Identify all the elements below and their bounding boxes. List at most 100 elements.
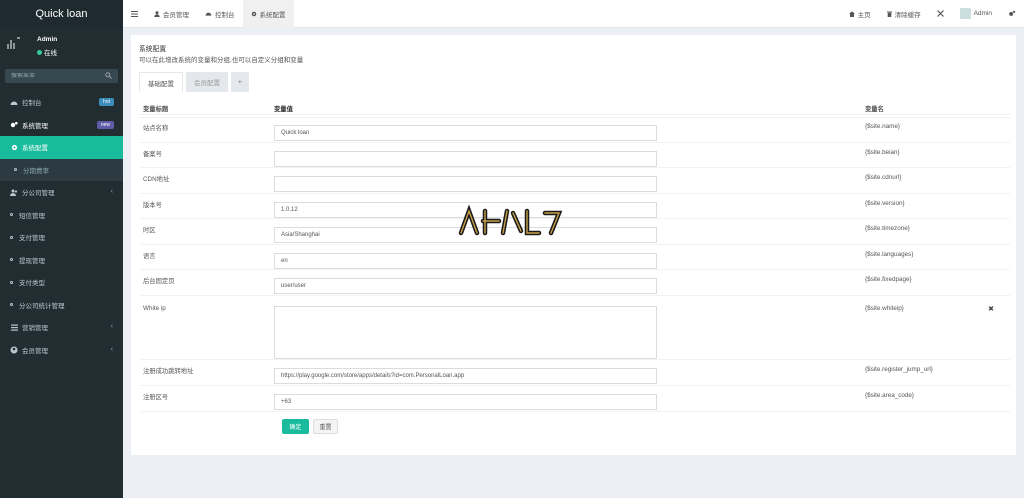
sidebar-item-payment-type[interactable]: 支付类型 <box>0 271 123 294</box>
user-menu[interactable]: Admin <box>952 0 1000 28</box>
config-panel: 系统配置 可以在此增改系统的变量和分组,也可以自定义分组和变量 基础配置 会员配… <box>131 35 1016 455</box>
gear-icon <box>10 143 18 151</box>
form-actions: 确定 重置 <box>140 411 1010 435</box>
sidebar-item-marketing[interactable]: 营销管理 ‹ <box>0 316 123 339</box>
app-logo[interactable]: Quick loan <box>0 0 123 28</box>
add-group-button[interactable]: + <box>231 72 249 92</box>
user-circle-icon <box>10 346 18 354</box>
avatar <box>7 37 20 49</box>
tab-system-config[interactable]: 系统配置 <box>242 0 294 28</box>
user-status: 在线 <box>37 47 57 57</box>
row-title: 时区 <box>143 227 156 234</box>
chevron-left-icon: ‹ <box>110 323 113 330</box>
clear-cache-label: 清除缓存 <box>894 11 921 19</box>
expand-icon <box>936 10 944 17</box>
sidebar-item-members[interactable]: 会员管理 ‹ <box>0 339 123 362</box>
home-icon <box>848 10 855 17</box>
search-icon[interactable] <box>105 72 112 79</box>
row-var-name: {$site.area_code} <box>865 392 915 399</box>
sidebar-item-system-config[interactable]: 系统配置 <box>0 136 123 159</box>
tab-basic-config[interactable]: 基础配置 <box>139 72 183 92</box>
circle-icon <box>10 303 13 307</box>
circle-icon <box>10 213 13 217</box>
language-input[interactable]: en <box>274 253 657 269</box>
row-title: 注册区号 <box>143 394 169 401</box>
row-var-name: {$site.register_jump_url} <box>865 366 933 373</box>
row-var-name: {$site.fixedpage} <box>865 276 912 283</box>
table-row: 后台固定页 user/user {$site.fixedpage} <box>140 269 1010 295</box>
area-code-input[interactable]: +63 <box>274 394 657 410</box>
user-icon <box>154 10 160 17</box>
home-link[interactable]: 主页 <box>841 0 879 28</box>
close-icon[interactable]: ✖ <box>988 305 994 313</box>
user-panel: Admin 在线 <box>0 28 123 64</box>
sidebar-item-label: 分公司管理 <box>22 190 55 198</box>
tab-members[interactable]: 会员管理 <box>146 0 197 28</box>
dashboard-icon <box>205 12 212 16</box>
row-var-name: {$site.whiteip} <box>865 305 904 312</box>
users-icon <box>10 188 18 196</box>
trash-icon <box>886 11 892 17</box>
cdn-url-input[interactable] <box>274 176 657 192</box>
top-navbar: 会员管理 控制台 系统配置 主页 清除缓存 Admin <box>123 0 1024 28</box>
sidebar-item-installment-rate[interactable]: 分期费率 <box>0 158 123 181</box>
sidebar-search-input[interactable] <box>11 73 101 79</box>
header-name: 变量名 <box>865 106 884 113</box>
fullscreen-button[interactable] <box>929 0 952 28</box>
tab-member-config[interactable]: 会员配置 <box>186 72 228 92</box>
config-tabs: 基础配置 会员配置 + <box>139 72 249 92</box>
table-row: 注册成功跳转地址 https://play.google.com/store/a… <box>140 359 1010 385</box>
user-name: Admin <box>37 36 58 43</box>
table-row: White ip {$site.whiteip} ✖ <box>140 295 1010 359</box>
watermark-logo <box>458 205 563 236</box>
circle-icon <box>14 168 17 172</box>
chevron-left-icon: ‹ <box>110 345 113 353</box>
chevron-left-icon: ‹ <box>110 188 113 195</box>
fixed-page-input[interactable]: user/user <box>274 278 657 294</box>
tab-dashboard[interactable]: 控制台 <box>197 0 243 28</box>
sidebar-item-system[interactable]: 系统管理 new <box>0 114 123 137</box>
sidebar-item-branch-stats[interactable]: 分公司统计管理 <box>0 294 123 317</box>
sidebar-item-branch[interactable]: 分公司管理 ‹ <box>0 181 123 204</box>
hamburger-icon <box>131 10 138 17</box>
beian-input[interactable] <box>274 151 657 167</box>
sidebar-item-label: 系统管理 <box>22 122 48 130</box>
settings-button[interactable] <box>1000 0 1024 28</box>
row-title: 版本号 <box>143 202 162 209</box>
online-dot-icon <box>37 49 42 55</box>
clear-cache-button[interactable]: 清除缓存 <box>879 0 929 28</box>
list-icon <box>10 323 18 331</box>
submit-button[interactable]: 确定 <box>282 419 309 434</box>
sidebar-item-sms[interactable]: 短信管理 <box>0 204 123 227</box>
sidebar-item-label: 系统配置 <box>22 145 48 153</box>
sidebar-item-dashboard[interactable]: 控制台 hot <box>0 91 123 114</box>
cogs-icon <box>10 121 18 129</box>
tab-label: 控制台 <box>215 11 235 19</box>
row-var-name: {$site.name} <box>865 123 901 130</box>
table-row: 语言 en {$site.languages} <box>140 244 1010 269</box>
new-badge: new <box>96 120 114 129</box>
row-var-name: {$site.languages} <box>865 251 914 258</box>
row-title: White ip <box>143 305 166 312</box>
row-title: CDN地址 <box>143 176 170 183</box>
sidebar-search <box>5 69 118 83</box>
sidebar-item-label: 分期费率 <box>23 167 49 175</box>
row-title: 语言 <box>143 253 156 260</box>
menu-toggle[interactable] <box>123 0 146 28</box>
register-jump-url-input[interactable]: https://play.google.com/store/apps/detai… <box>274 368 657 384</box>
sidebar-item-withdraw[interactable]: 提现管理 <box>0 249 123 272</box>
table-row: 备案号 {$site.beian} <box>140 142 1010 167</box>
home-label: 主页 <box>857 11 871 19</box>
site-name-input[interactable]: Quick loan <box>274 125 657 141</box>
row-title: 站点名称 <box>143 125 169 132</box>
header-title: 变量标题 <box>143 106 169 113</box>
circle-icon <box>10 235 13 239</box>
sidebar-item-payment[interactable]: 支付管理 <box>0 226 123 249</box>
sidebar: Quick loan Admin 在线 控制台 hot 系统管理 new 系统配… <box>0 0 123 498</box>
header-value: 变量值 <box>274 106 293 113</box>
white-ip-textarea[interactable] <box>274 306 657 359</box>
reset-button[interactable]: 重置 <box>313 419 338 434</box>
row-var-name: {$site.cdnurl} <box>865 174 902 181</box>
panel-heading: 系统配置 可以在此增改系统的变量和分组,也可以自定义分组和变量 <box>131 35 1016 64</box>
page-description: 可以在此增改系统的变量和分组,也可以自定义分组和变量 <box>139 57 304 64</box>
